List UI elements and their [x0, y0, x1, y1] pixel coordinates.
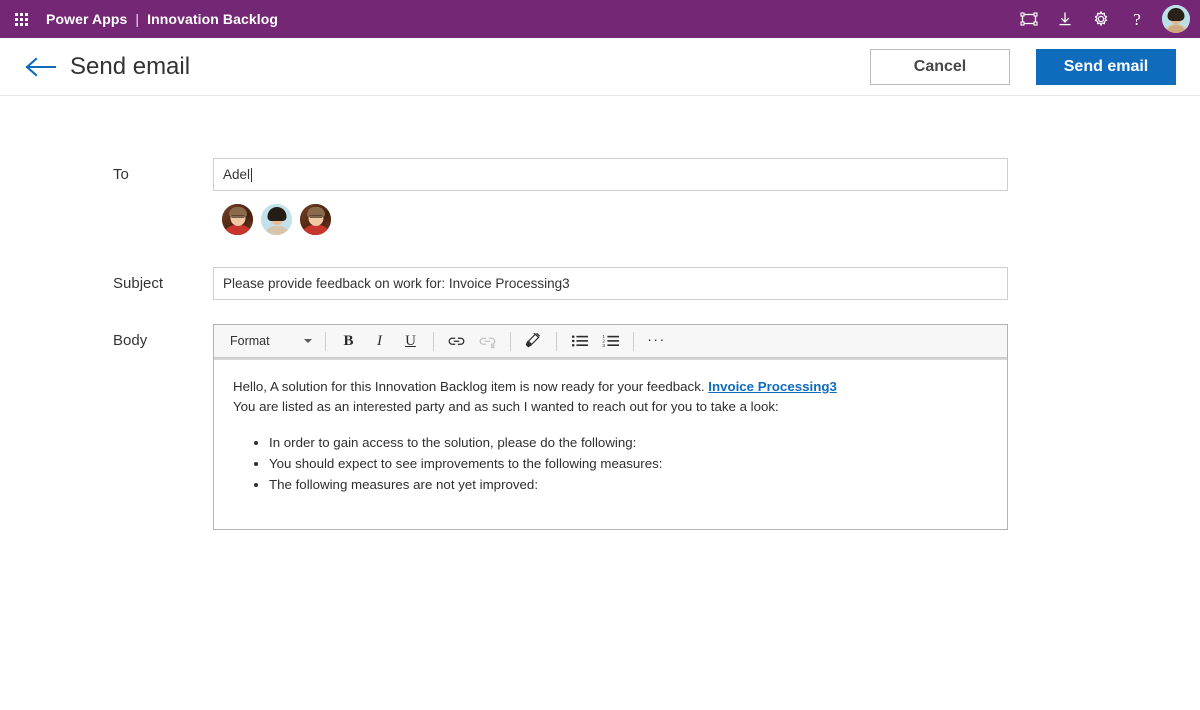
- waffle-grid: [14, 12, 28, 26]
- body-line-1: Hello, A solution for this Innovation Ba…: [233, 377, 989, 397]
- suite-actions: ?: [1012, 0, 1192, 38]
- brand-separator: |: [135, 11, 140, 27]
- brand-name: Power Apps: [46, 11, 128, 27]
- contact-avatar-2[interactable]: [261, 204, 292, 235]
- editor-toolbar: Format B I U 1 2 3 ···: [214, 325, 1007, 358]
- suite-bar: Power Apps | Innovation Backlog ?: [0, 0, 1200, 38]
- download-icon[interactable]: [1048, 0, 1082, 38]
- body-line-1-text: Hello, A solution for this Innovation Ba…: [233, 379, 709, 394]
- svg-text:3: 3: [602, 343, 605, 348]
- email-form: To Adel Subject Please provide feedback …: [0, 96, 1200, 530]
- subject-label: Subject: [113, 275, 164, 292]
- gear-icon[interactable]: [1084, 0, 1118, 38]
- back-arrow-icon[interactable]: [20, 47, 60, 87]
- numbered-list-icon[interactable]: 1 2 3: [597, 329, 624, 354]
- subject-input-value: Please provide feedback on work for: Inv…: [223, 276, 570, 291]
- to-control: Adel: [213, 158, 1008, 235]
- resize-fullscreen-icon[interactable]: [1012, 0, 1046, 38]
- page-title: Send email: [70, 52, 191, 80]
- send-email-button[interactable]: Send email: [1036, 48, 1176, 85]
- text-caret: [251, 167, 253, 182]
- toolbar-separator: [633, 331, 634, 351]
- to-input[interactable]: Adel: [213, 158, 1008, 191]
- app-launcher-waffle-icon[interactable]: [6, 4, 36, 34]
- user-avatar[interactable]: [1162, 5, 1190, 33]
- body-row: Body Format B I U 1 2 3 ··· Hello, A sol…: [113, 324, 1200, 530]
- chevron-down-icon: [304, 339, 312, 343]
- underline-button[interactable]: U: [397, 329, 424, 354]
- avatar-hair: [1167, 8, 1185, 21]
- avatar-shirt: [301, 225, 330, 235]
- link-icon[interactable]: [443, 329, 470, 354]
- subject-input[interactable]: Please provide feedback on work for: Inv…: [213, 267, 1008, 300]
- toolbar-separator: [556, 331, 557, 351]
- toolbar-separator: [433, 331, 434, 351]
- format-dropdown-label: Format: [230, 334, 270, 348]
- avatar-glasses: [231, 215, 244, 218]
- to-input-value: Adel: [223, 167, 251, 182]
- rich-text-editor: Format B I U 1 2 3 ··· Hello, A solution…: [213, 324, 1008, 530]
- body-line-2: You are listed as an interested party an…: [233, 399, 779, 414]
- app-name: Innovation Backlog: [147, 11, 279, 27]
- italic-button[interactable]: I: [366, 329, 393, 354]
- unlink-icon: [474, 329, 501, 354]
- bulleted-list-icon[interactable]: [566, 329, 593, 354]
- avatar-shirt: [223, 225, 252, 235]
- avatar-hair: [267, 207, 286, 221]
- help-glyph: ?: [1133, 9, 1141, 29]
- body-control: Format B I U 1 2 3 ··· Hello, A solution…: [213, 324, 1008, 530]
- to-label: To: [113, 166, 129, 183]
- list-item: You should expect to see improvements to…: [269, 454, 989, 474]
- cancel-button[interactable]: Cancel: [870, 48, 1010, 85]
- command-header: Send email Cancel Send email: [0, 38, 1200, 96]
- highlighter-icon[interactable]: [520, 329, 547, 354]
- help-question-icon[interactable]: ?: [1120, 0, 1154, 38]
- body-bullet-list: In order to gain access to the solution,…: [233, 433, 989, 495]
- to-row: To Adel: [113, 158, 1200, 235]
- toolbar-separator: [510, 331, 511, 351]
- brand-area[interactable]: Power Apps | Innovation Backlog: [46, 11, 278, 27]
- body-label: Body: [113, 332, 148, 349]
- toolbar-separator: [325, 331, 326, 351]
- format-dropdown[interactable]: Format: [220, 329, 318, 354]
- avatar-shirt: [264, 226, 289, 235]
- subject-row: Subject Please provide feedback on work …: [113, 267, 1200, 300]
- contact-avatar-3[interactable]: [300, 204, 331, 235]
- subject-control: Please provide feedback on work for: Inv…: [213, 267, 1008, 300]
- bold-button[interactable]: B: [335, 329, 362, 354]
- contact-avatar-1[interactable]: [222, 204, 253, 235]
- invoice-processing-link[interactable]: Invoice Processing3: [708, 379, 837, 394]
- recipient-suggestions: [222, 204, 1008, 235]
- ellipsis-icon[interactable]: ···: [643, 329, 670, 354]
- list-item: The following measures are not yet impro…: [269, 475, 989, 495]
- list-item: In order to gain access to the solution,…: [269, 433, 989, 453]
- avatar-glasses: [309, 215, 322, 218]
- email-body-content[interactable]: Hello, A solution for this Innovation Ba…: [214, 361, 1007, 529]
